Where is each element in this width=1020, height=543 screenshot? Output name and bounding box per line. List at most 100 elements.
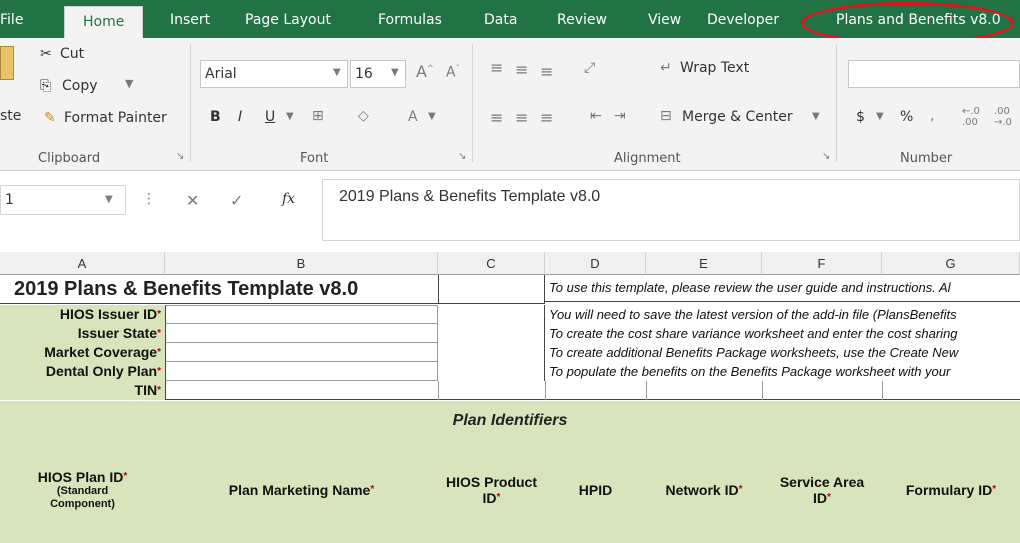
cancel-entry-icon[interactable]: ✕: [186, 191, 199, 210]
fill-color-icon[interactable]: ◇: [358, 108, 369, 124]
column-header[interactable]: G: [882, 252, 1020, 275]
header-text: Formulary ID: [905, 482, 993, 498]
plan-marketing-name-header[interactable]: Plan Marketing Name*: [165, 460, 438, 520]
increase-indent-icon[interactable]: ⇥: [614, 108, 626, 124]
hios-issuer-id-label[interactable]: HIOS Issuer ID*: [0, 305, 165, 324]
clipboard-launcher-icon[interactable]: ↘: [176, 151, 184, 162]
comma-style-icon[interactable]: ,: [930, 108, 934, 124]
borders-icon[interactable]: ⊞: [312, 108, 324, 124]
wrap-text-button[interactable]: Wrap Text: [680, 60, 749, 76]
tab-file[interactable]: File: [0, 0, 23, 38]
font-color-dropdown-icon[interactable]: ▼: [428, 111, 436, 122]
copy-button[interactable]: Copy: [62, 78, 98, 94]
tab-page-layout[interactable]: Page Layout: [245, 0, 331, 38]
column-header[interactable]: D: [545, 252, 646, 275]
instruction-note[interactable]: To populate the benefits on the Benefits…: [545, 362, 1020, 381]
align-left-icon[interactable]: ≡: [490, 108, 503, 127]
percent-button[interactable]: %: [900, 109, 913, 125]
column-header[interactable]: C: [438, 252, 545, 275]
dental-only-plan-input[interactable]: [165, 362, 438, 381]
italic-button[interactable]: I: [238, 109, 242, 125]
currency-dropdown-icon[interactable]: ▼: [876, 111, 884, 122]
align-bottom-icon[interactable]: ≡: [540, 62, 553, 81]
number-format-select[interactable]: [848, 60, 1020, 88]
format-painter-button[interactable]: Format Painter: [64, 110, 167, 126]
tab-formulas[interactable]: Formulas: [378, 0, 442, 38]
align-right-icon[interactable]: ≡: [540, 108, 553, 127]
font-size-select[interactable]: 16 ▼: [350, 60, 406, 88]
decrease-font-icon[interactable]: Aˇ: [446, 64, 460, 81]
more-options-icon[interactable]: ⋮: [142, 191, 156, 207]
required-mark: *: [157, 309, 161, 320]
service-area-id-header[interactable]: Service Area ID*: [762, 460, 882, 520]
tin-input[interactable]: [165, 381, 1020, 400]
market-coverage-label[interactable]: Market Coverage*: [0, 343, 165, 362]
cell-border: [882, 381, 883, 400]
merge-center-button[interactable]: Merge & Center: [682, 109, 793, 125]
underline-dropdown-icon[interactable]: ▼: [286, 111, 294, 122]
font-launcher-icon[interactable]: ↘: [458, 151, 466, 162]
hios-product-id-header[interactable]: HIOS Product ID*: [438, 460, 545, 520]
title-cell[interactable]: 2019 Plans & Benefits Template v8.0: [0, 275, 438, 304]
cell[interactable]: [438, 275, 545, 304]
tab-review[interactable]: Review: [557, 0, 607, 38]
header-subtext: (Standard Component): [50, 485, 115, 510]
confirm-entry-icon[interactable]: ✓: [230, 191, 243, 210]
font-color-icon[interactable]: A: [408, 109, 418, 125]
increase-font-icon[interactable]: A^: [416, 62, 434, 81]
header-text: HIOS Plan ID: [37, 469, 124, 485]
increase-decimal-icon[interactable]: ←.0.00: [962, 106, 980, 128]
cell-border: [545, 381, 546, 400]
hios-issuer-id-input[interactable]: [165, 305, 438, 324]
issuer-state-input[interactable]: [165, 324, 438, 343]
dental-only-plan-label[interactable]: Dental Only Plan*: [0, 362, 165, 381]
tab-home[interactable]: Home: [64, 6, 144, 39]
wrap-text-icon[interactable]: ↵: [660, 60, 672, 76]
currency-button[interactable]: $: [856, 109, 865, 125]
section-title[interactable]: Plan Identifiers: [0, 411, 1020, 431]
format-painter-icon[interactable]: ✎: [44, 110, 56, 126]
merge-center-icon[interactable]: ⊟: [660, 108, 672, 124]
instruction-note[interactable]: To create the cost share variance worksh…: [545, 324, 1020, 343]
merge-dropdown-icon[interactable]: ▼: [812, 111, 820, 122]
instruction-note[interactable]: To create additional Benefits Package wo…: [545, 343, 1020, 362]
alignment-launcher-icon[interactable]: ↘: [822, 151, 830, 162]
formulary-id-header[interactable]: Formulary ID*: [882, 460, 1020, 520]
column-header[interactable]: F: [762, 252, 882, 275]
cut-icon[interactable]: ✂: [40, 46, 52, 62]
tab-insert[interactable]: Insert: [170, 0, 210, 38]
required-mark: *: [992, 484, 997, 495]
align-top-icon[interactable]: ≡: [490, 58, 503, 77]
insert-function-button[interactable]: fx: [282, 191, 295, 207]
instruction-note[interactable]: To use this template, please review the …: [545, 278, 1020, 302]
tab-data[interactable]: Data: [484, 0, 517, 38]
column-header[interactable]: A: [0, 252, 165, 275]
align-middle-icon[interactable]: ≡: [515, 60, 528, 79]
hios-plan-id-header[interactable]: HIOS Plan ID* (Standard Component): [0, 460, 165, 520]
align-center-icon[interactable]: ≡: [515, 108, 528, 127]
tin-label[interactable]: TIN*: [0, 381, 165, 400]
cut-button[interactable]: Cut: [60, 46, 84, 62]
formula-input[interactable]: 2019 Plans & Benefits Template v8.0: [322, 179, 1020, 241]
column-header[interactable]: B: [165, 252, 438, 275]
tab-view[interactable]: View: [648, 0, 681, 38]
column-header[interactable]: E: [646, 252, 762, 275]
paste-icon[interactable]: [0, 46, 14, 80]
market-coverage-input[interactable]: [165, 343, 438, 362]
decrease-decimal-icon[interactable]: .00 →.0: [994, 106, 1012, 128]
network-id-header[interactable]: Network ID*: [646, 460, 762, 520]
issuer-state-label[interactable]: Issuer State*: [0, 324, 165, 343]
font-name-select[interactable]: Arial ▼: [200, 60, 348, 88]
hpid-header[interactable]: HPID: [545, 460, 646, 520]
instruction-note[interactable]: You will need to save the latest version…: [545, 305, 1020, 324]
copy-dropdown-icon[interactable]: ▼: [125, 77, 133, 90]
underline-button[interactable]: U: [265, 109, 275, 125]
paste-label[interactable]: ste: [0, 108, 21, 124]
name-box[interactable]: 1 ▼: [0, 185, 126, 215]
copy-icon[interactable]: ⎘: [40, 78, 51, 94]
bold-button[interactable]: B: [210, 109, 221, 125]
orientation-icon[interactable]: ⤢: [584, 60, 595, 76]
decrease-indent-icon[interactable]: ⇤: [590, 108, 602, 124]
tab-developer[interactable]: Developer: [707, 0, 779, 38]
cell[interactable]: [438, 305, 545, 381]
